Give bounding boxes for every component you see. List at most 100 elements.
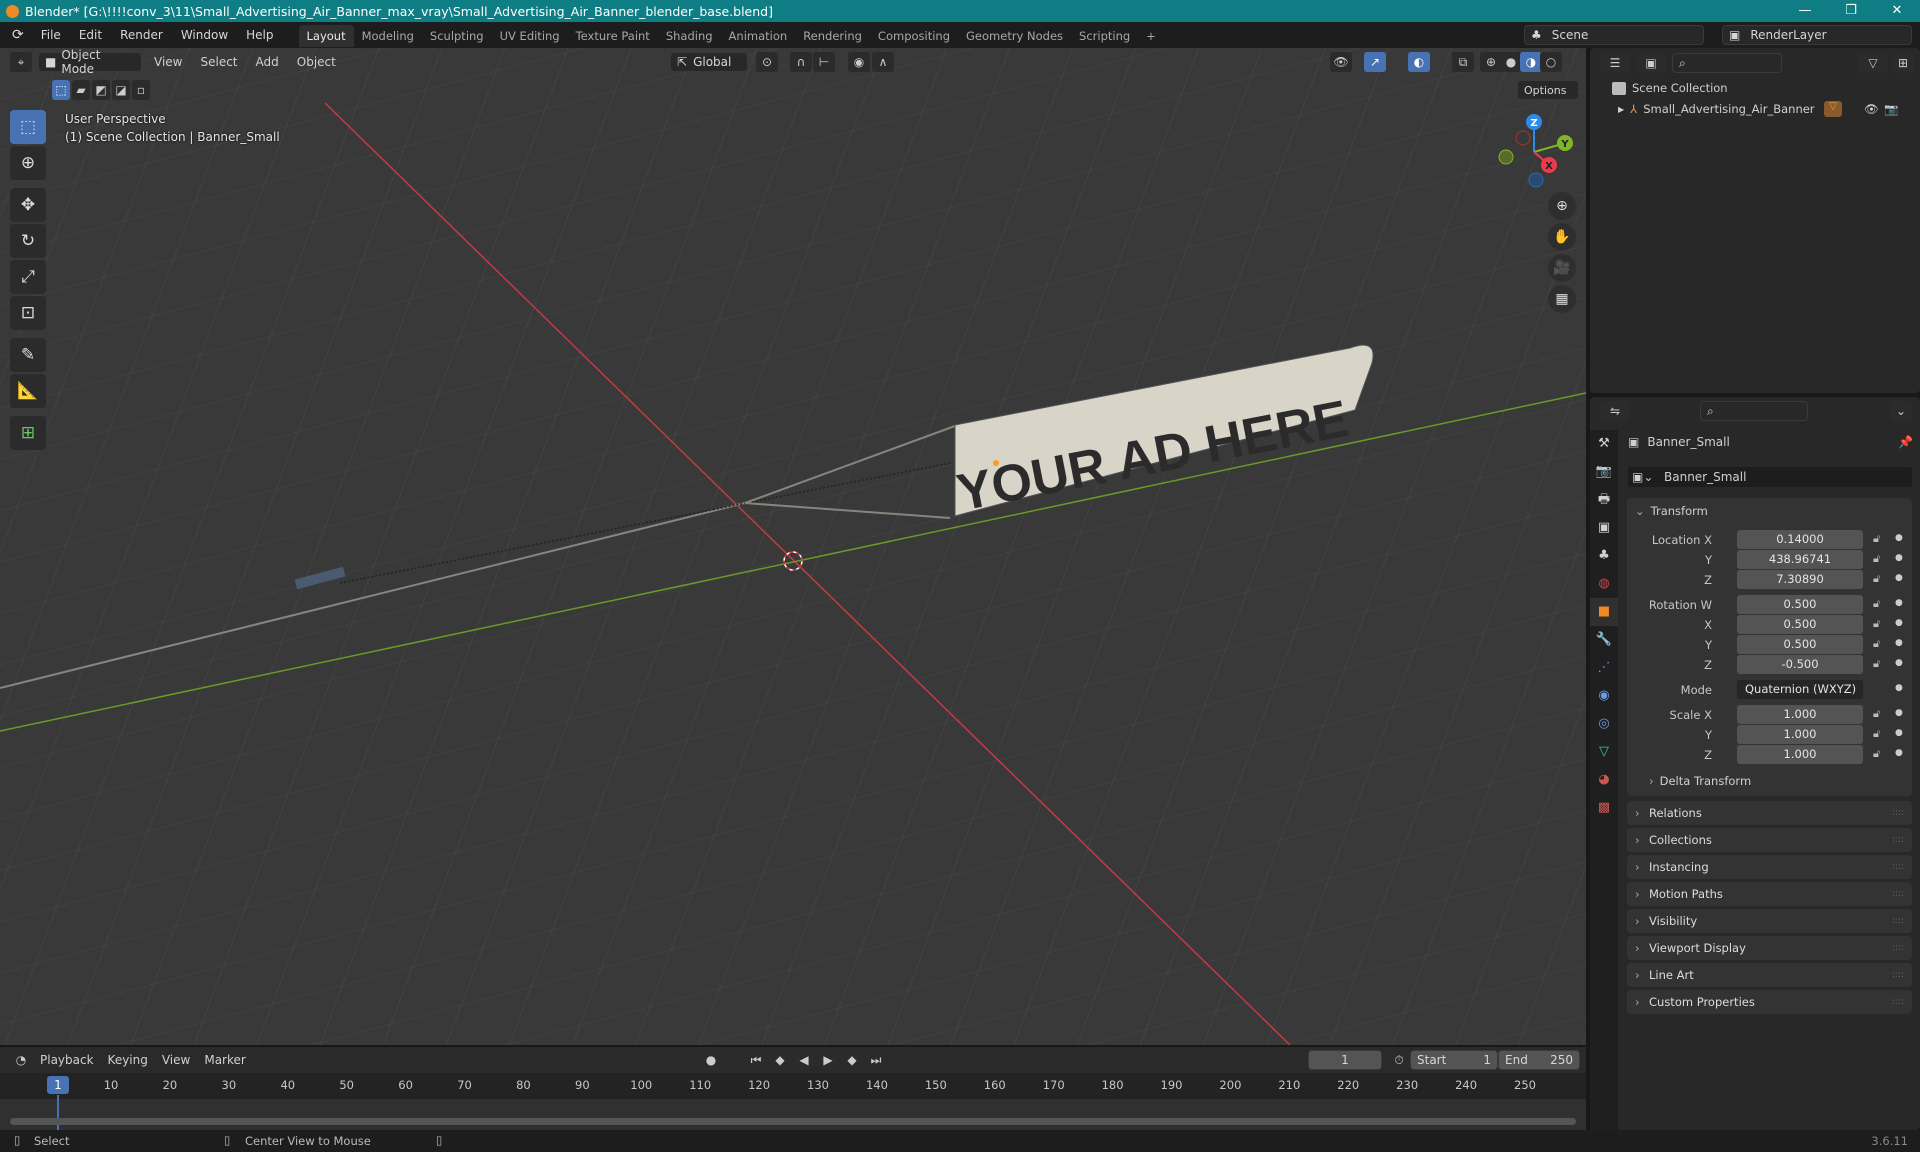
lock-icon[interactable]: 🔓︎	[1873, 532, 1880, 546]
annotate-tool-icon[interactable]: ✎	[10, 338, 46, 372]
camera-view-icon[interactable]: 🎥	[1548, 254, 1576, 282]
rotation-mode-dropdown[interactable]: Quaternion (WXYZ)	[1737, 680, 1863, 699]
properties-search-input[interactable]: ⌕	[1700, 401, 1808, 421]
tool-tab-icon[interactable]: ⚒	[1590, 430, 1618, 458]
select-new-icon[interactable]: ⬚	[52, 80, 70, 100]
lock-icon[interactable]: 🔓︎	[1873, 657, 1880, 671]
menu-add[interactable]: Add	[250, 55, 285, 69]
xray-toggle-icon[interactable]: ⧉	[1452, 52, 1474, 72]
expand-arrow-icon[interactable]: ▶	[1618, 105, 1624, 114]
menu-help[interactable]: Help	[237, 22, 282, 48]
measure-tool-icon[interactable]: 📐	[10, 374, 46, 408]
scene-tab-icon[interactable]: ♣	[1590, 542, 1618, 570]
tab-shading[interactable]: Shading	[658, 25, 721, 47]
lock-icon[interactable]: 🔓︎	[1873, 747, 1880, 761]
rotation-x-field[interactable]: 0.500	[1737, 615, 1863, 634]
lock-icon[interactable]: 🔓︎	[1873, 727, 1880, 741]
jump-end-icon[interactable]: ⏭	[865, 1050, 887, 1070]
object-type-icon[interactable]: ▣⌄	[1632, 470, 1653, 484]
keying-menu[interactable]: Keying	[102, 1053, 154, 1067]
scene-selector[interactable]: ♣ Scene	[1524, 25, 1704, 45]
close-button[interactable]: ✕	[1874, 0, 1920, 22]
lock-icon[interactable]: 🔓︎	[1873, 617, 1880, 631]
current-frame-field[interactable]: 1	[1308, 1050, 1382, 1070]
3d-viewport[interactable]: YOUR AD HERE	[0, 48, 1586, 1045]
pan-hand-icon[interactable]: ✋	[1548, 223, 1576, 251]
keyframe-dot-icon[interactable]: ●	[1895, 658, 1903, 668]
keyframe-dot-icon[interactable]: ●	[1895, 638, 1903, 648]
tab-layout[interactable]: Layout	[298, 25, 354, 47]
maximize-button[interactable]: ❐	[1828, 0, 1874, 22]
modifier-tab-icon[interactable]: 🔧	[1590, 626, 1618, 654]
texture-tab-icon[interactable]: ▩	[1590, 794, 1618, 822]
cursor-tool-icon[interactable]: ⊕	[10, 146, 46, 180]
world-tab-icon[interactable]: ◍	[1590, 570, 1618, 598]
mode-selector[interactable]: ■ Object Mode	[38, 48, 142, 76]
new-collection-icon[interactable]: ⊞	[1892, 53, 1914, 73]
outliner-row[interactable]: ▶ ⅄ Small_Advertising_Air_Banner ▽ 👁 📷	[1618, 99, 1918, 119]
tab-texture-paint[interactable]: Texture Paint	[568, 25, 658, 47]
tab-modeling[interactable]: Modeling	[354, 25, 422, 47]
tab-uv-editing[interactable]: UV Editing	[492, 25, 568, 47]
delta-transform-subpanel[interactable]: › Delta Transform	[1649, 774, 1751, 788]
gizmo-toggle-icon[interactable]: ↗	[1364, 52, 1386, 72]
snap-icon[interactable]: ∩	[790, 52, 812, 72]
orientation-selector[interactable]: ⇱ Global	[670, 52, 748, 72]
gizmo-neg-x[interactable]	[1515, 130, 1531, 146]
filter-icon[interactable]: ▽	[1858, 53, 1888, 73]
minimize-button[interactable]: —	[1782, 0, 1828, 22]
wireframe-shading-icon[interactable]: ⊕	[1480, 52, 1502, 72]
lock-icon[interactable]: 🔓︎	[1873, 552, 1880, 566]
keyframe-dot-icon[interactable]: ●	[1895, 728, 1903, 738]
gizmo-neg-y[interactable]	[1498, 149, 1514, 165]
lock-icon[interactable]: 🔓︎	[1873, 572, 1880, 586]
data-tab-icon[interactable]: ▽	[1590, 738, 1618, 766]
properties-editor-type-icon[interactable]: ⇋	[1600, 401, 1630, 421]
custom-properties-panel[interactable]: › Custom Properties::::	[1627, 990, 1912, 1014]
lock-icon[interactable]: 🔓︎	[1873, 637, 1880, 651]
mesh-data-icon[interactable]: ▽	[1824, 101, 1842, 117]
select-extend-icon[interactable]: ▰	[72, 80, 90, 100]
add-cube-tool-icon[interactable]: ⊞	[10, 416, 46, 450]
line-art-panel[interactable]: › Line Art::::	[1627, 963, 1912, 987]
tab-compositing[interactable]: Compositing	[870, 25, 958, 47]
playback-menu[interactable]: Playback	[34, 1053, 100, 1067]
relations-panel[interactable]: › Relations::::	[1627, 801, 1912, 825]
auto-keying-icon[interactable]: ●	[700, 1050, 722, 1070]
transform-header[interactable]: ⌄ Transform	[1635, 504, 1708, 518]
timeline-editor-type-icon[interactable]: ◔	[10, 1050, 32, 1070]
properties-options-icon[interactable]: ⌄	[1890, 401, 1912, 421]
scale-x-field[interactable]: 1.000	[1737, 705, 1863, 724]
scale-z-field[interactable]: 1.000	[1737, 745, 1863, 764]
visibility-icon[interactable]: 👁	[1330, 52, 1352, 72]
select-invert-icon[interactable]: ◪	[112, 80, 130, 100]
menu-view[interactable]: View	[148, 55, 188, 69]
end-frame-field[interactable]: End 250	[1498, 1050, 1580, 1070]
overlay-toggle-icon[interactable]: ◐	[1408, 52, 1430, 72]
pin-icon[interactable]: 📌	[1898, 435, 1913, 449]
outliner-search-input[interactable]: ⌕	[1672, 53, 1782, 73]
rotation-w-field[interactable]: 0.500	[1737, 595, 1863, 614]
rotate-tool-icon[interactable]: ↻	[10, 224, 46, 258]
lock-icon[interactable]: 🔓︎	[1873, 707, 1880, 721]
location-y-field[interactable]: 438.96741	[1737, 550, 1863, 569]
outliner-view-layer-icon[interactable]: ▣	[1636, 53, 1666, 73]
material-tab-icon[interactable]: ◕	[1590, 766, 1618, 794]
keyframe-dot-icon[interactable]: ●	[1895, 553, 1903, 563]
motion-paths-panel[interactable]: › Motion Paths::::	[1627, 882, 1912, 906]
marker-menu[interactable]: Marker	[198, 1053, 251, 1067]
physics-tab-icon[interactable]: ◉	[1590, 682, 1618, 710]
constraints-tab-icon[interactable]: ◎	[1590, 710, 1618, 738]
next-keyframe-icon[interactable]: ◆	[841, 1050, 863, 1070]
tab-geometry-nodes[interactable]: Geometry Nodes	[958, 25, 1071, 47]
play-icon[interactable]: ▶	[817, 1050, 839, 1070]
tab-animation[interactable]: Animation	[721, 25, 796, 47]
location-x-field[interactable]: 0.14000	[1737, 530, 1863, 549]
menu-file[interactable]: File	[32, 22, 70, 48]
timeline-ruler[interactable]: 1 10 20 30 40 50 60 70 80 90 100 110 120 130 140 150 16…	[0, 1073, 1586, 1099]
view-layer-tab-icon[interactable]: ▣	[1590, 514, 1618, 542]
rotation-z-field[interactable]: -0.500	[1737, 655, 1863, 674]
viewport-display-panel[interactable]: › Viewport Display::::	[1627, 936, 1912, 960]
pivot-icon[interactable]: ⊙	[756, 52, 778, 72]
output-tab-icon[interactable]: 🖶	[1590, 486, 1618, 514]
